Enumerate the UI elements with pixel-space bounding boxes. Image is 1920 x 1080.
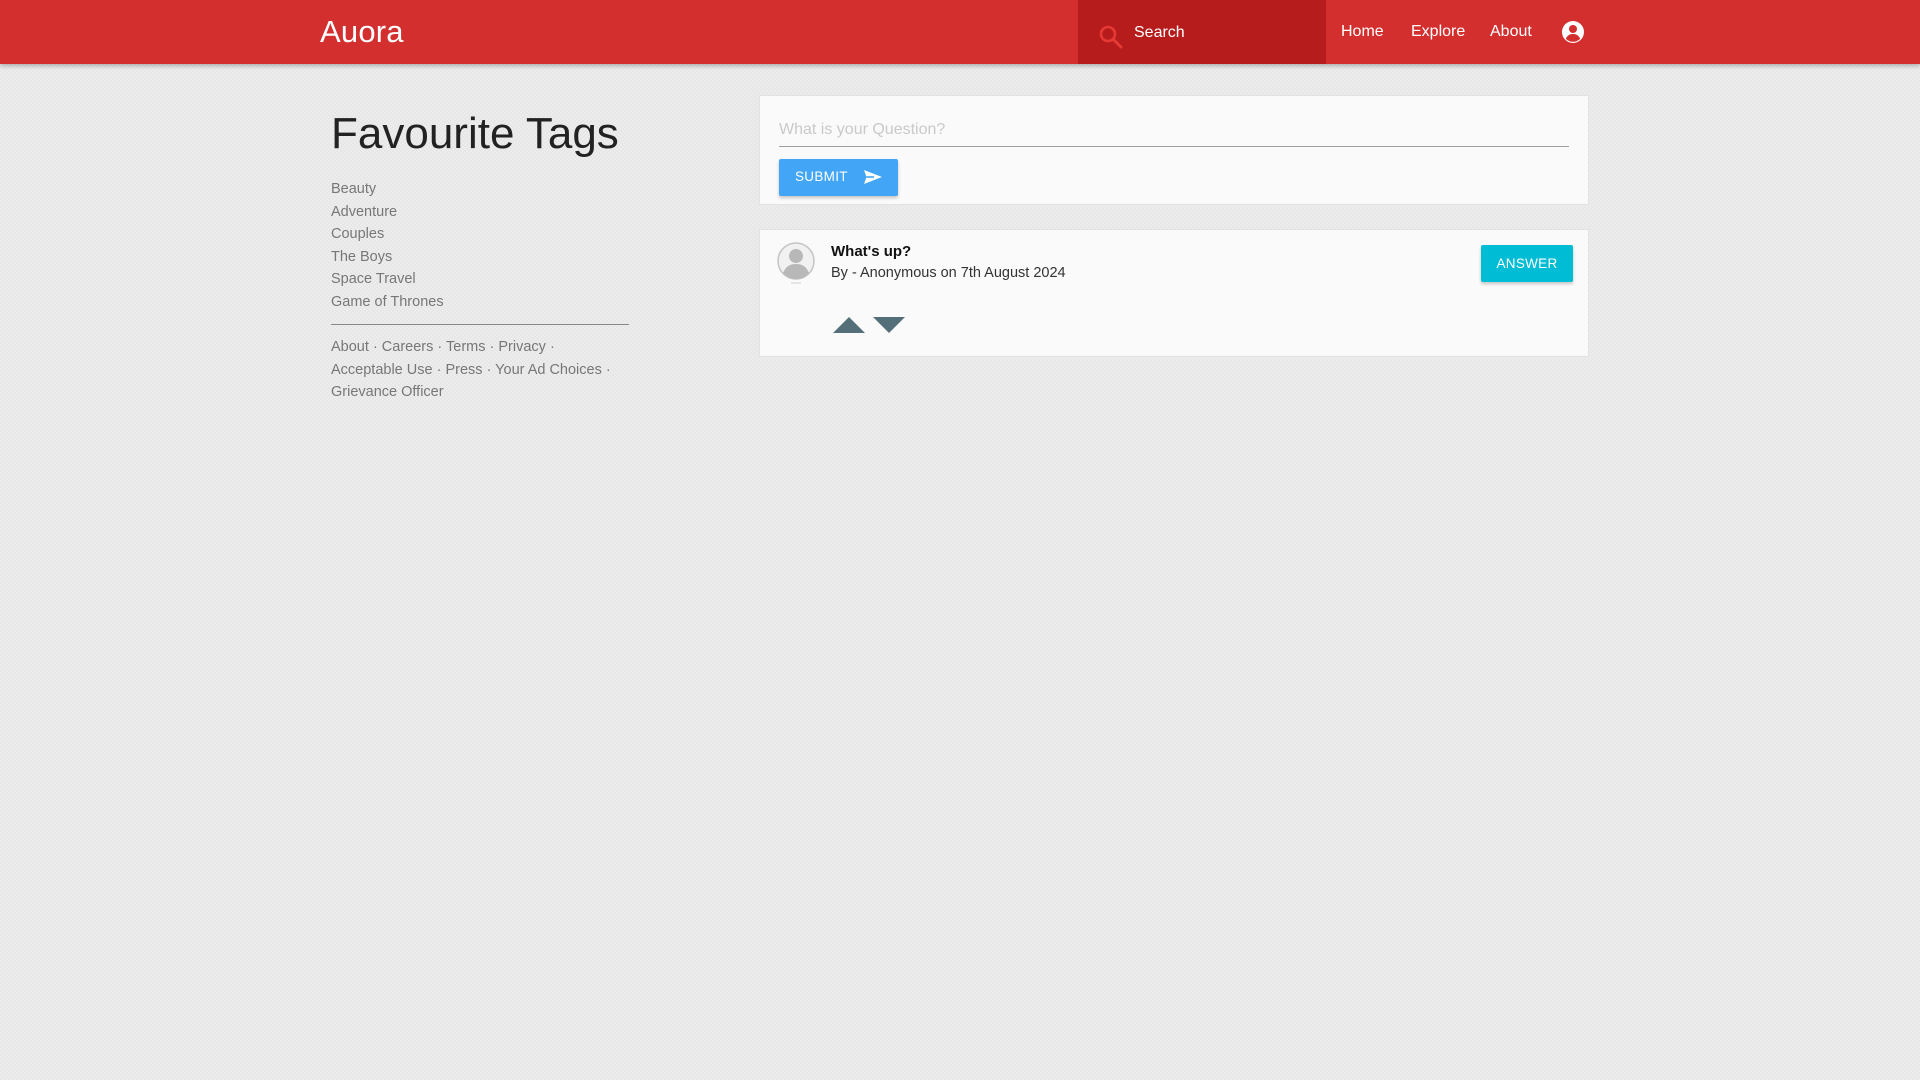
submit-button[interactable]: SUBMIT: [779, 159, 898, 196]
footer-link-privacy[interactable]: Privacy: [498, 339, 546, 355]
footer-link-terms[interactable]: Terms: [446, 339, 485, 355]
upvote-arrow-icon[interactable]: [833, 316, 865, 334]
send-icon: [864, 170, 882, 184]
ask-question-card: SUBMIT: [759, 95, 1589, 205]
tag-item-the-boys[interactable]: The Boys: [331, 246, 629, 269]
answer-button[interactable]: ANSWER: [1481, 245, 1573, 282]
footer-link-grievance-officer[interactable]: Grievance Officer: [331, 384, 444, 400]
footer-link-acceptable-use[interactable]: Acceptable Use: [331, 362, 433, 378]
tag-item-beauty[interactable]: Beauty: [331, 178, 629, 201]
account-circle-icon[interactable]: [1561, 20, 1585, 44]
avatar-icon: [777, 242, 815, 284]
question-meta: By - Anonymous on 7th August 2024: [831, 265, 1066, 281]
footer-link-ad-choices[interactable]: Your Ad Choices: [495, 362, 602, 378]
tag-item-adventure[interactable]: Adventure: [331, 201, 629, 224]
sidebar-divider: [331, 324, 629, 325]
tag-item-game-of-thrones[interactable]: Game of Thrones: [331, 291, 629, 314]
search-icon: [1099, 25, 1123, 49]
footer-link-press[interactable]: Press: [445, 362, 482, 378]
search-box[interactable]: Search: [1078, 0, 1326, 64]
tag-list: Beauty Adventure Couples The Boys Space …: [331, 178, 629, 313]
brand-logo[interactable]: Auora: [320, 14, 404, 50]
nav-home-link[interactable]: Home: [1341, 23, 1384, 41]
favourite-tags-sidebar: Favourite Tags Beauty Adventure Couples …: [331, 106, 629, 404]
tag-item-space-travel[interactable]: Space Travel: [331, 268, 629, 291]
tag-item-couples[interactable]: Couples: [331, 223, 629, 246]
question-card: What's up? By - Anonymous on 7th August …: [759, 229, 1589, 357]
nav-explore-link[interactable]: Explore: [1411, 23, 1465, 41]
question-title[interactable]: What's up?: [831, 243, 911, 260]
top-navbar: Auora Search Home Explore About: [0, 0, 1920, 64]
submit-button-label: SUBMIT: [795, 169, 848, 184]
question-input[interactable]: [779, 113, 1569, 147]
footer-link-careers[interactable]: Careers: [382, 339, 434, 355]
footer-link-about[interactable]: About: [331, 339, 369, 355]
downvote-arrow-icon[interactable]: [873, 316, 905, 334]
sidebar-title: Favourite Tags: [331, 109, 619, 158]
search-placeholder[interactable]: Search: [1134, 24, 1185, 42]
nav-about-link[interactable]: About: [1490, 23, 1532, 41]
footer-links: About · Careers · Terms · Privacy · Acce…: [331, 339, 611, 400]
